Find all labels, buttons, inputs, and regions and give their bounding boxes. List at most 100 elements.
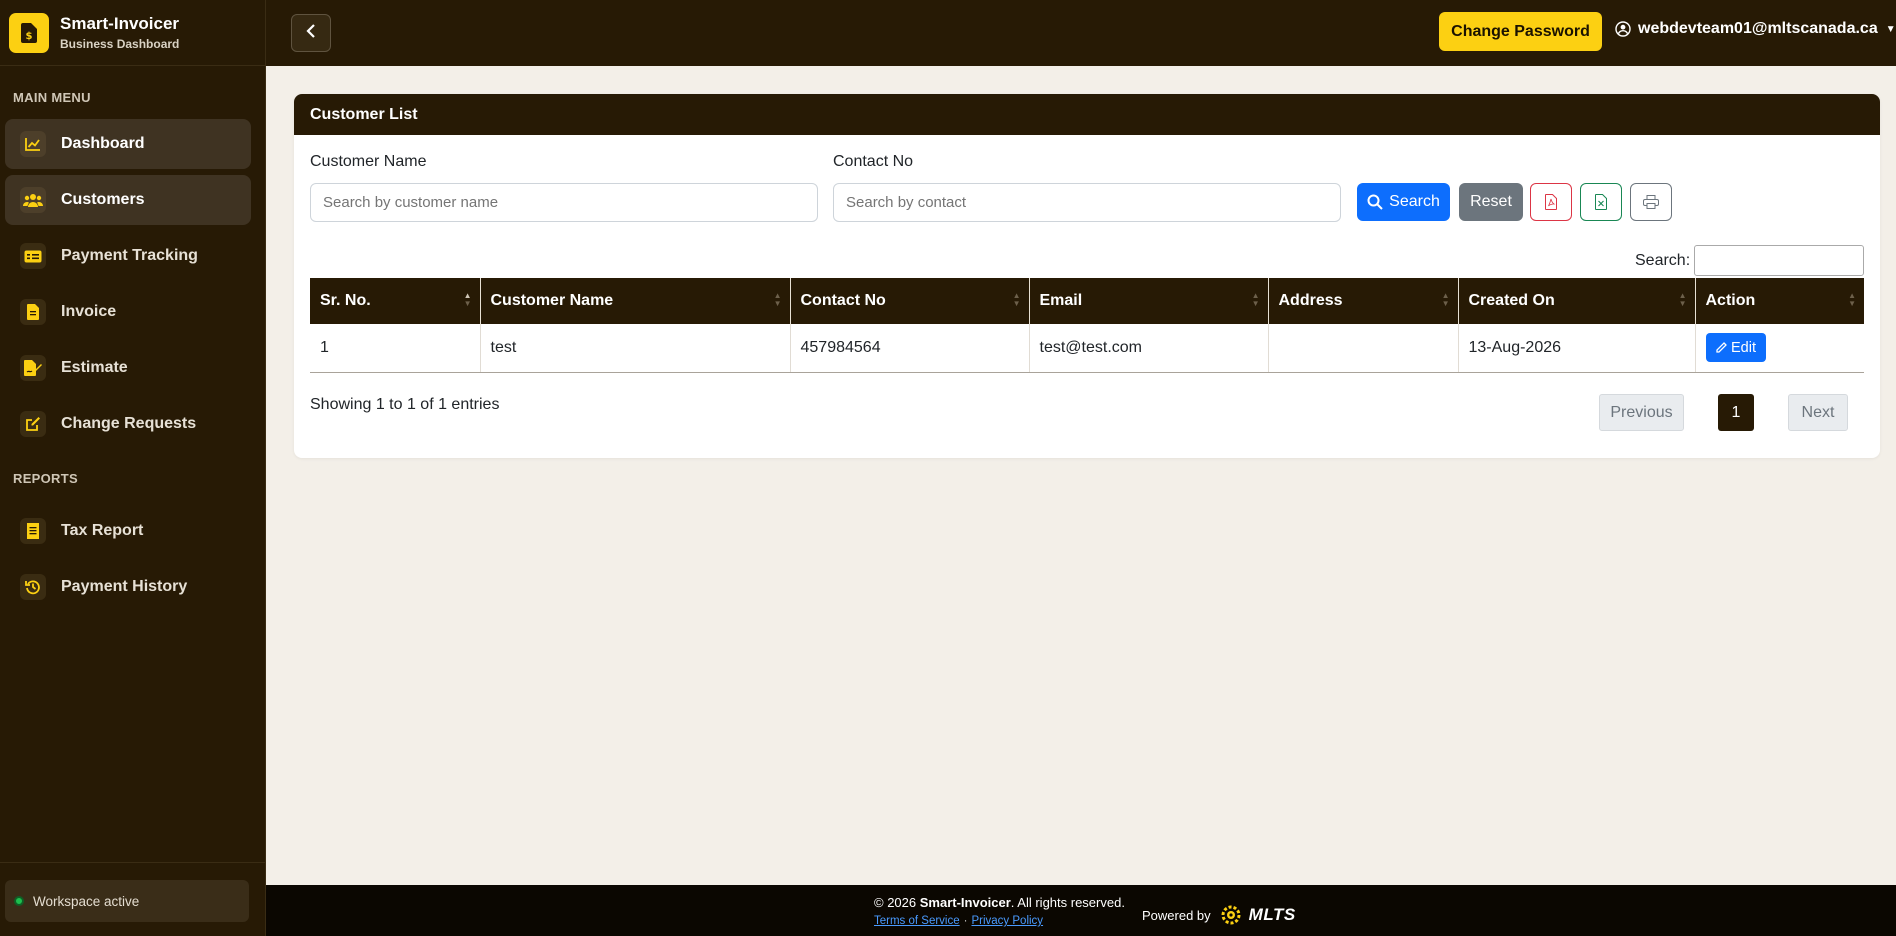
gear-icon: [1219, 903, 1243, 927]
search-button[interactable]: Search: [1357, 183, 1450, 221]
sidebar-item-label: Tax Report: [61, 522, 144, 539]
file-excel-icon: [1595, 194, 1607, 210]
table-header-row: Sr. No. ▲ ▼ Customer Name ▲ ▼ Contact No ▲ ▼ E…: [310, 278, 1864, 324]
sort-icon: ▲ ▼: [1251, 291, 1260, 308]
sidebar-item-dashboard[interactable]: Dashboard: [5, 119, 251, 169]
link-separator: ·: [963, 915, 968, 927]
column-header-label: Created On: [1468, 292, 1555, 309]
sidebar-divider: [0, 862, 266, 863]
sidebar-item-label: Estimate: [61, 359, 128, 376]
customer-name-label: Customer Name: [310, 153, 427, 170]
column-header-sr-no[interactable]: Sr. No. ▲ ▼: [310, 278, 481, 324]
topbar: Change Password webdevteam01@mltscanada.…: [266, 0, 1896, 66]
sidebar-item-tax-report[interactable]: Tax Report: [5, 506, 251, 556]
history-icon: [20, 574, 46, 600]
file-signature-icon: [20, 355, 46, 381]
sidebar-item-invoice[interactable]: Invoice: [5, 287, 251, 337]
contact-no-label: Contact No: [833, 153, 914, 170]
user-circle-icon: [1615, 21, 1631, 37]
sidebar-item-payment-history[interactable]: Payment History: [5, 562, 251, 612]
copyright-suffix: . All rights reserved.: [1010, 895, 1125, 910]
sort-icon: ▲ ▼: [1441, 291, 1450, 308]
card-title: Customer List: [294, 94, 1880, 135]
export-excel-button[interactable]: [1580, 183, 1622, 221]
privacy-link[interactable]: Privacy Policy: [971, 915, 1043, 927]
contact-no-input[interactable]: [833, 183, 1341, 222]
column-header-email[interactable]: Email ▲ ▼: [1029, 278, 1269, 324]
column-header-created-on[interactable]: Created On ▲ ▼: [1458, 278, 1696, 324]
table-info: Showing 1 to 1 of 1 entries: [310, 396, 500, 413]
column-header-contact-no[interactable]: Contact No ▲ ▼: [790, 278, 1030, 324]
reports-heading: REPORTS: [13, 471, 78, 486]
sort-icon: ▲ ▼: [1848, 291, 1856, 308]
edit-button[interactable]: Edit: [1705, 333, 1766, 363]
table-search-input[interactable]: [1694, 245, 1864, 276]
svg-text:$: $: [26, 31, 33, 42]
cell-sr-no: 1: [310, 324, 481, 373]
brand-name: Smart-Invoicer: [60, 14, 180, 33]
receipt-icon: [20, 518, 46, 544]
footer-links: Terms of Service · Privacy Policy: [874, 915, 1043, 927]
cell-created-on: 13-Aug-2026: [1458, 324, 1696, 373]
cell-customer-name: test: [480, 324, 791, 373]
table-row: 1 test 457984564 test@test.com 13-Aug-20…: [310, 324, 1864, 373]
powered-by-label: Powered by: [1142, 907, 1211, 923]
printer-icon: [1643, 195, 1659, 209]
column-header-label: Action: [1705, 292, 1756, 309]
sidebar-item-label: Customers: [61, 191, 145, 208]
print-button[interactable]: [1630, 183, 1672, 221]
customer-list-card: Customer List Customer Name Contact No S…: [294, 94, 1880, 458]
brand[interactable]: $ Smart-Invoicer Business Dashboard: [0, 0, 265, 66]
sidebar-item-label: Payment History: [61, 578, 188, 595]
card-icon: [20, 243, 46, 269]
sidebar-item-label: Invoice: [61, 303, 117, 320]
powered-by: Powered by MLTS: [1142, 903, 1296, 927]
chart-line-icon: [20, 131, 46, 157]
cell-email: test@test.com: [1029, 324, 1269, 373]
column-header-label: Contact No: [800, 292, 886, 309]
sidebar-item-payment-tracking[interactable]: Payment Tracking: [5, 231, 251, 281]
column-header-label: Email: [1039, 292, 1083, 309]
main-menu-heading: MAIN MENU: [13, 90, 91, 105]
column-header-customer-name[interactable]: Customer Name ▲ ▼: [480, 278, 791, 324]
sidebar-toggle-button[interactable]: [291, 14, 331, 52]
sidebar-item-change-requests[interactable]: Change Requests: [5, 399, 251, 449]
sort-icon: ▲ ▼: [1012, 291, 1021, 308]
column-header-action[interactable]: Action ▲ ▼: [1695, 278, 1864, 324]
file-icon: [20, 299, 46, 325]
pagination-next[interactable]: Next: [1788, 394, 1848, 431]
export-pdf-button[interactable]: [1530, 183, 1572, 221]
pagination-page-1[interactable]: 1: [1718, 394, 1754, 431]
copyright-brand: Smart-Invoicer: [919, 895, 1011, 910]
sidebar-item-customers[interactable]: Customers: [5, 175, 251, 225]
caret-down-icon: ▼: [1885, 23, 1896, 35]
customer-name-input[interactable]: [310, 183, 818, 222]
column-header-address[interactable]: Address ▲ ▼: [1268, 278, 1459, 324]
sort-icon: ▲ ▼: [463, 291, 472, 308]
sidebar-item-estimate[interactable]: Estimate: [5, 343, 251, 393]
workspace-status-label: Workspace active: [33, 893, 140, 909]
sidebar-item-label: Change Requests: [61, 415, 197, 432]
search-icon: [1367, 194, 1383, 210]
sort-icon: ▲ ▼: [773, 291, 782, 308]
cell-action: Edit: [1695, 324, 1864, 373]
reset-button[interactable]: Reset: [1459, 183, 1523, 221]
pagination-previous[interactable]: Previous: [1599, 394, 1684, 431]
copyright: © 2026 Smart-Invoicer. All rights reserv…: [874, 895, 1125, 910]
users-icon: [20, 187, 46, 213]
change-password-button[interactable]: Change Password: [1439, 12, 1602, 51]
customer-table: Sr. No. ▲ ▼ Customer Name ▲ ▼ Contact No ▲ ▼ E…: [310, 278, 1864, 373]
mlts-logo[interactable]: MLTS: [1249, 905, 1296, 925]
footer: © 2026 Smart-Invoicer. All rights reserv…: [266, 885, 1896, 936]
cell-contact-no: 457984564: [790, 324, 1030, 373]
file-pdf-icon: [1545, 194, 1557, 210]
user-menu[interactable]: webdevteam01@mltscanada.ca ▼: [1615, 20, 1896, 38]
column-header-label: Sr. No.: [320, 292, 371, 309]
terms-link[interactable]: Terms of Service: [874, 915, 960, 927]
workspace-status: Workspace active: [5, 880, 249, 922]
status-dot-icon: [14, 896, 24, 906]
edit-icon: [20, 411, 46, 437]
column-header-label: Customer Name: [490, 292, 614, 309]
sidebar-item-label: Payment Tracking: [61, 247, 198, 264]
column-header-label: Address: [1278, 292, 1343, 309]
